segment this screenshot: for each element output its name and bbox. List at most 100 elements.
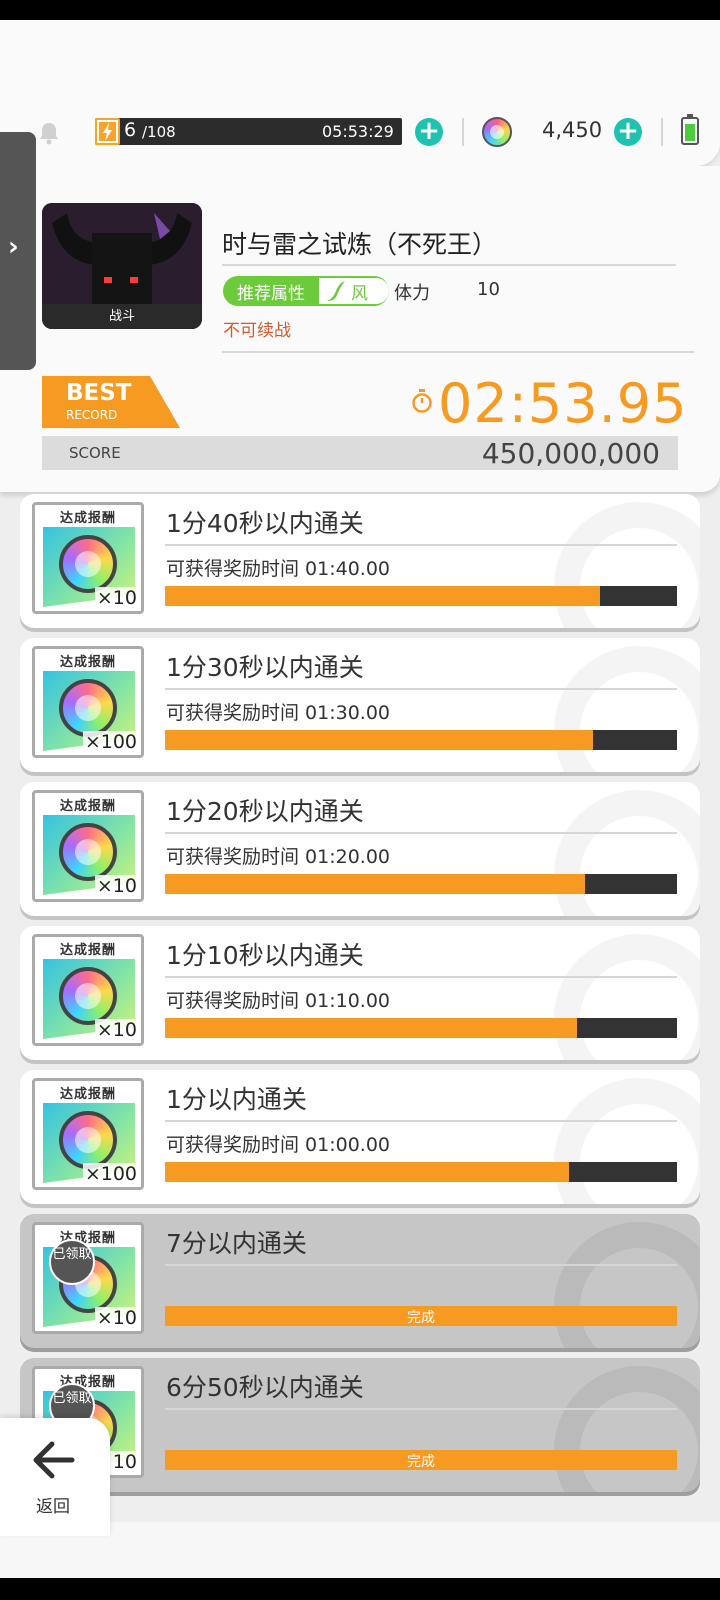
- reward-item[interactable]: 达成报酬 ×10 已领取: [32, 1222, 144, 1334]
- reward-item[interactable]: 达成报酬 ×10: [32, 790, 144, 902]
- bell-icon[interactable]: [36, 120, 62, 146]
- mission-title: 6分50秒以内通关: [166, 1373, 364, 1402]
- progress-bar: [165, 874, 677, 894]
- expand-chevron-icon: ›: [8, 232, 19, 262]
- reward-header: 达成报酬: [59, 1087, 116, 1102]
- reward-quantity: ×100: [82, 731, 139, 753]
- reward-item[interactable]: 达成报酬 ×10: [32, 502, 144, 614]
- divider: [165, 688, 677, 690]
- reward-item[interactable]: 达成报酬 ×100: [32, 1078, 144, 1190]
- reward-header: 达成报酬: [59, 943, 116, 958]
- progress-fill: [165, 1018, 578, 1038]
- progress-bar: [165, 1018, 677, 1038]
- stage-thumbnail[interactable]: 战斗: [42, 203, 202, 329]
- watermark-emblem: [554, 790, 700, 916]
- divider: [165, 1264, 677, 1266]
- reward-quantity: ×10: [94, 875, 139, 897]
- progress-bar: [165, 586, 677, 606]
- complete-label: 完成: [407, 1454, 435, 1470]
- reward-item[interactable]: 达成报酬 ×100: [32, 646, 144, 758]
- side-drawer-tab[interactable]: ›: [0, 132, 36, 370]
- mission-title: 1分10秒以内通关: [166, 941, 364, 970]
- gem-count: 4,450: [542, 118, 603, 142]
- reward-header: 达成报酬: [59, 511, 116, 526]
- stopwatch-icon: [411, 389, 433, 413]
- mission-title: 1分20秒以内通关: [166, 797, 364, 826]
- stamina-current: 6: [124, 119, 137, 141]
- divider: [661, 118, 663, 146]
- reward-header: 达成报酬: [59, 655, 116, 670]
- progress-fill: [165, 586, 601, 606]
- mission-subtitle: 可获得奖励时间 01:10.00: [166, 990, 391, 1012]
- add-stamina-icon[interactable]: +: [415, 118, 443, 146]
- mission-title: 7分以内通关: [166, 1229, 307, 1258]
- gem-orb-icon: [59, 1111, 117, 1169]
- mission-card[interactable]: 达成报酬 ×10 已领取 7分以内通关完成: [20, 1214, 700, 1348]
- gem-orb-icon: [59, 535, 117, 593]
- recommended-attr-label: 推荐属性: [237, 284, 305, 304]
- divider: [165, 832, 677, 834]
- mission-title: 1分40秒以内通关: [166, 509, 364, 538]
- mission-card[interactable]: 达成报酬 ×10 已领取 6分50秒以内通关 完成: [20, 1358, 700, 1492]
- progress-fill: [165, 874, 585, 894]
- record-label: RECORD: [66, 408, 118, 422]
- stage-title: 时与雷之试炼（不死王）: [222, 230, 498, 259]
- progress-bar: 完成: [165, 1450, 677, 1470]
- reward-quantity: ×10: [94, 1019, 139, 1041]
- gem-orb-icon: [59, 679, 117, 737]
- reward-header: 达成报酬: [59, 1231, 116, 1246]
- watermark-emblem: [554, 1366, 700, 1492]
- mission-card[interactable]: 达成报酬 ×100 1分30秒以内通关 可获得奖励时间 01:30.00: [20, 638, 700, 772]
- mission-card[interactable]: 达成报酬 ×100 1分以内通关可获得奖励时间 01:00.00: [20, 1070, 700, 1204]
- boss-art: [42, 203, 202, 304]
- watermark-emblem: [554, 934, 700, 1060]
- mission-card[interactable]: 达成报酬 ×10 1分40秒以内通关可获得奖励时间 01:40.00: [20, 494, 700, 628]
- reward-header: 达成报酬: [59, 1375, 116, 1390]
- navigation-bar: [0, 1578, 720, 1600]
- score-row: SCORE 450,000,000: [42, 436, 678, 470]
- recommended-attribute-badge: 推荐属性 风: [223, 276, 389, 306]
- score-label: SCORE: [69, 444, 121, 462]
- divider: [222, 351, 694, 353]
- watermark-emblem: [554, 502, 700, 628]
- gem-orb-icon: [482, 117, 512, 147]
- thumbnail-caption: 战斗: [42, 304, 202, 329]
- wind-icon: [327, 281, 345, 301]
- reward-quantity: ×10: [94, 587, 139, 609]
- watermark-emblem: [554, 1222, 700, 1348]
- claimed-badge: 已领取: [49, 1239, 95, 1285]
- progress-bar: [165, 730, 677, 750]
- best-label: BEST: [66, 380, 132, 406]
- divider: [222, 264, 676, 266]
- best-time: 02:53.95: [438, 372, 688, 435]
- gem-orb-icon: [59, 967, 117, 1025]
- reward-header: 达成报酬: [59, 799, 116, 814]
- mission-subtitle: 可获得奖励时间 01:20.00: [166, 846, 391, 868]
- mission-card[interactable]: 达成报酬 ×10 1分20秒以内通关可获得奖励时间 01:20.00: [20, 782, 700, 916]
- divider: [165, 1120, 677, 1122]
- add-gems-icon[interactable]: +: [614, 118, 642, 146]
- mission-subtitle: 可获得奖励时间 01:00.00: [166, 1134, 391, 1156]
- complete-label: 完成: [407, 1310, 435, 1326]
- divider: [165, 976, 677, 978]
- progress-bar: 完成: [165, 1306, 677, 1326]
- divider: [462, 118, 464, 146]
- mission-card[interactable]: 达成报酬 ×10 1分10秒以内通关可获得奖励时间 01:10.00: [20, 926, 700, 1060]
- back-label: 返回: [36, 1497, 70, 1517]
- mission-title: 1分以内通关: [166, 1085, 307, 1114]
- lightning-icon: [95, 118, 120, 145]
- divider: [165, 544, 677, 546]
- stamina-max: /108: [142, 123, 176, 141]
- progress-fill: [165, 730, 593, 750]
- progress-fill: [165, 1162, 570, 1182]
- back-arrow-icon: [33, 1441, 75, 1479]
- back-button[interactable]: 返回: [0, 1418, 110, 1536]
- progress-bar: [165, 1162, 677, 1182]
- watermark-emblem: [554, 646, 700, 772]
- reward-quantity: ×100: [82, 1163, 139, 1185]
- divider: [165, 1408, 677, 1410]
- mission-subtitle: 可获得奖励时间 01:40.00: [166, 558, 391, 580]
- continue-notice: 不可续战: [223, 321, 291, 341]
- reward-item[interactable]: 达成报酬 ×10: [32, 934, 144, 1046]
- watermark-emblem: [554, 1078, 700, 1204]
